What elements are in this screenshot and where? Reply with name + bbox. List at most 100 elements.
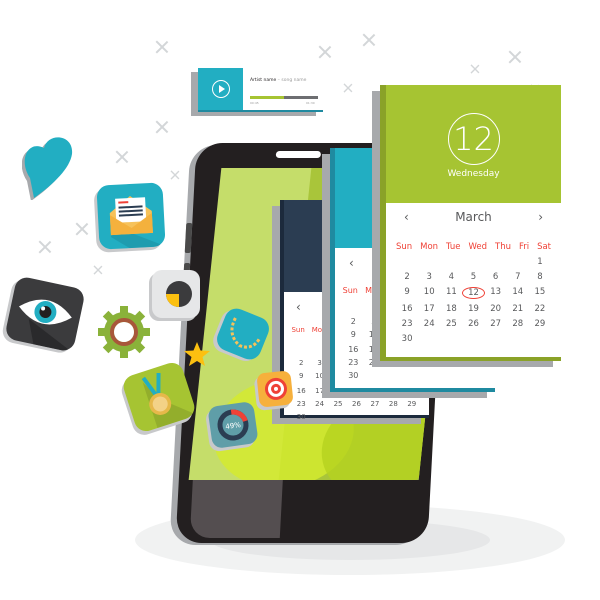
- prev-month-button[interactable]: ‹: [296, 300, 301, 314]
- calendar-empty-cell: [329, 413, 347, 421]
- calendar-day[interactable]: 30: [343, 371, 364, 380]
- music-thumbnail: [198, 68, 243, 110]
- calendar-empty-cell: [462, 334, 484, 344]
- sparkle-icon: [508, 50, 522, 64]
- calendar-day[interactable]: 25: [329, 400, 347, 408]
- play-icon[interactable]: [211, 80, 230, 98]
- calendar-empty-cell: [466, 371, 487, 380]
- calendar-day[interactable]: 28: [384, 400, 402, 408]
- calendar-day[interactable]: 7: [507, 272, 529, 282]
- weekday-sun: Sun: [395, 242, 413, 252]
- calendar-day[interactable]: 14: [507, 287, 529, 299]
- calendar-day[interactable]: 27: [485, 319, 507, 329]
- music-player-card[interactable]: Artist name – song name 00:45 01:30: [198, 68, 323, 112]
- calendar-day[interactable]: 22: [529, 304, 551, 314]
- calendar-day[interactable]: 10: [418, 287, 440, 299]
- calendar-day[interactable]: 24: [418, 319, 440, 329]
- gear-icon: [98, 306, 150, 358]
- calendar-empty-cell: [364, 371, 385, 380]
- eye-icon[interactable]: [4, 275, 86, 353]
- calendar-day[interactable]: 18: [440, 304, 462, 314]
- calendar-empty-cell: [310, 413, 328, 421]
- prev-month-button[interactable]: ‹: [404, 210, 409, 224]
- calendar-empty-cell: [384, 413, 402, 421]
- calendar-day[interactable]: 26: [462, 319, 484, 329]
- calendar-empty-cell: [446, 371, 467, 380]
- calendar-day[interactable]: 23: [396, 319, 418, 329]
- calendar-day[interactable]: 5: [462, 272, 484, 282]
- calendar-day[interactable]: 30: [292, 413, 310, 421]
- sparkle-icon: [170, 170, 180, 180]
- calendar-day[interactable]: 16: [343, 345, 364, 354]
- calendar-day[interactable]: 28: [507, 319, 529, 329]
- calendar-day[interactable]: 23: [292, 400, 310, 408]
- phone-speaker: [275, 151, 322, 158]
- calendar-day[interactable]: 3: [418, 272, 440, 282]
- calendar-day[interactable]: 9: [292, 372, 310, 382]
- calendar-day[interactable]: 3: [310, 359, 328, 367]
- calendar-day[interactable]: 15: [529, 287, 551, 299]
- calendar-day[interactable]: 2: [292, 359, 310, 367]
- calendar-day[interactable]: 8: [529, 272, 551, 282]
- calendar-empty-cell: [310, 346, 328, 354]
- weekday-mon: Mon: [311, 326, 327, 334]
- calendar-day[interactable]: 30: [396, 334, 418, 344]
- donut-value-label: 49%: [225, 421, 242, 431]
- mail-icon[interactable]: [96, 182, 166, 250]
- calendar-day[interactable]: 17: [310, 387, 328, 395]
- volume-up-button[interactable]: [184, 223, 193, 253]
- sparkle-icon: [343, 83, 353, 93]
- donut-progress-icon[interactable]: 49%: [207, 401, 259, 449]
- progress-bar[interactable]: [250, 96, 318, 99]
- next-month-button[interactable]: ›: [538, 210, 543, 224]
- calendar-day[interactable]: 27: [366, 400, 384, 408]
- calendar-empty-cell: [507, 257, 529, 267]
- sparkle-icon: [155, 120, 169, 134]
- calendar-day[interactable]: 19: [462, 304, 484, 314]
- prev-month-button[interactable]: ‹: [349, 256, 354, 270]
- calendar-empty-cell: [292, 346, 310, 354]
- calendar-empty-cell: [403, 413, 421, 421]
- calendar-day[interactable]: 9: [343, 330, 364, 341]
- calendar-day[interactable]: 20: [485, 304, 507, 314]
- pie-chart-icon[interactable]: [152, 270, 200, 318]
- calendar-day[interactable]: 4: [440, 272, 462, 282]
- calendar-day[interactable]: 25: [440, 319, 462, 329]
- calendar-day[interactable]: 13: [485, 287, 507, 299]
- calendar-day[interactable]: 11: [440, 287, 462, 299]
- calendar-day[interactable]: 10: [310, 372, 328, 382]
- calendar-day[interactable]: 29: [403, 400, 421, 408]
- calendar-day[interactable]: 26: [347, 400, 365, 408]
- calendar-day[interactable]: 6: [485, 272, 507, 282]
- calendar-day[interactable]: 21: [507, 304, 529, 314]
- sparkle-icon: [362, 33, 376, 47]
- calendar-header: 12 Wednesday: [386, 85, 561, 203]
- calendar-empty-cell: [440, 334, 462, 344]
- calendar-day[interactable]: 16: [292, 387, 310, 395]
- calendar-day[interactable]: 2: [343, 317, 364, 326]
- calendar-day[interactable]: 12: [462, 287, 485, 299]
- progress-fill: [250, 96, 284, 99]
- time-total: 01:30: [306, 101, 315, 105]
- artist-name: Artist name: [250, 78, 277, 83]
- calendar-day[interactable]: 17: [418, 304, 440, 314]
- calendar-empty-cell: [440, 257, 462, 267]
- weekday-tue: Tue: [446, 242, 461, 252]
- calendar-empty-cell: [425, 371, 446, 380]
- calendar-day[interactable]: 9: [396, 287, 418, 299]
- date-circle: 12: [447, 113, 500, 165]
- sparkle-icon: [470, 64, 480, 74]
- calendar-empty-cell: [343, 304, 364, 313]
- calendar-day[interactable]: 29: [529, 319, 551, 329]
- calendar-card-green[interactable]: 12 Wednesday ‹ March › Sun Mon Tue Wed Thu Fr…: [380, 85, 561, 361]
- calendar-day[interactable]: 16: [396, 304, 418, 314]
- calendar-day[interactable]: 1: [529, 257, 551, 267]
- calendar-empty-cell: [405, 371, 426, 380]
- calendar-day[interactable]: 2: [396, 272, 418, 282]
- month-nav: ‹ March ›: [386, 210, 561, 224]
- calendar-day[interactable]: 23: [343, 358, 364, 367]
- calendar-day[interactable]: 24: [310, 400, 328, 408]
- weekday-label: Wednesday: [447, 169, 500, 179]
- target-icon[interactable]: [256, 370, 294, 408]
- calendar-empty-cell: [384, 371, 405, 380]
